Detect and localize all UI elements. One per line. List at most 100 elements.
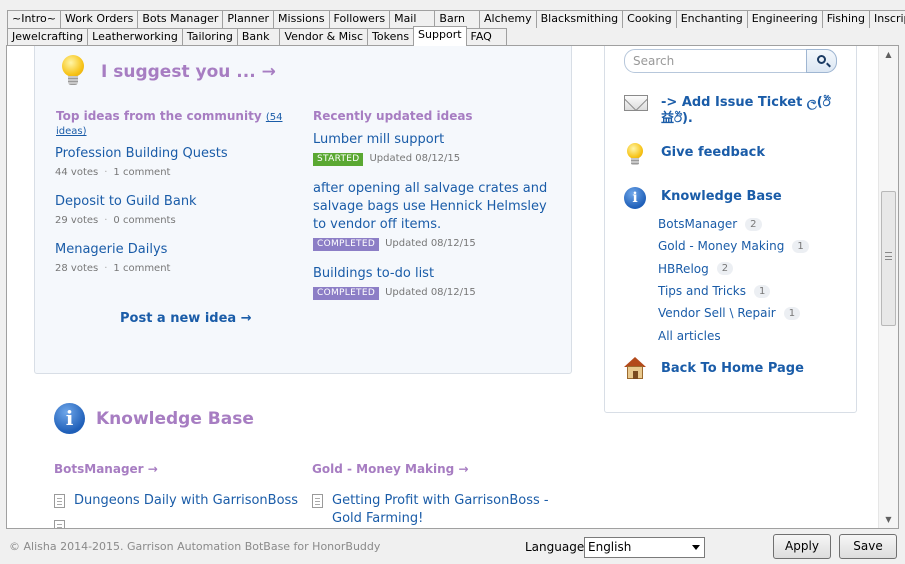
idea-votes: 44 votes — [55, 167, 99, 178]
kb-category-item[interactable]: Gold - Money Making 1 — [658, 235, 809, 257]
kb-sidebar-header[interactable]: i Knowledge Base — [624, 187, 782, 209]
tab-tailoring[interactable]: Tailoring — [181, 28, 238, 46]
back-home-row[interactable]: Back To Home Page — [624, 357, 804, 379]
home-icon — [624, 357, 646, 379]
kb-category-label[interactable]: Tips and Tricks — [658, 284, 746, 298]
idea-updated: Updated 08/12/15 — [369, 153, 461, 164]
tab-enchanting[interactable]: Enchanting — [675, 10, 748, 28]
info-icon: i — [54, 403, 85, 434]
ideas-title[interactable]: I suggest you ... → — [101, 62, 276, 82]
give-feedback-link[interactable]: Give feedback — [661, 145, 765, 161]
kb-article-title[interactable]: Dungeons Daily with GarrisonBoss — [74, 492, 298, 510]
tab-bank[interactable]: Bank — [236, 28, 281, 46]
vertical-scrollbar[interactable]: ▲ ▼ — [878, 46, 898, 528]
kb-article-link[interactable]: Getting Profit with GarrisonBoss - Gold … — [312, 492, 562, 528]
status-badge: COMPLETED — [313, 287, 380, 300]
post-new-idea-link[interactable]: Post a new idea → — [120, 311, 252, 326]
tab-engineering[interactable]: Engineering — [746, 10, 823, 28]
idea-comments[interactable]: 1 comment — [113, 167, 170, 178]
language-select[interactable]: English — [584, 537, 705, 558]
document-icon — [54, 520, 65, 528]
idea-updated: Updated 08/12/15 — [385, 238, 476, 249]
add-ticket-link[interactable]: -> Add Issue Ticket ල(ඊ益ඊ). — [661, 95, 839, 127]
tab-intro[interactable]: ~Intro~ — [7, 10, 61, 28]
knowledge-base-title[interactable]: Knowledge Base — [96, 409, 254, 429]
tab-inscription[interactable]: Inscription — [868, 10, 905, 28]
support-page-viewport: I suggest you ... → Top ideas from the c… — [7, 46, 877, 528]
all-articles-link[interactable]: All articles — [658, 329, 721, 343]
top-idea-title[interactable]: Menagerie Dailys — [55, 241, 167, 259]
tab-jewelcrafting[interactable]: Jewelcrafting — [7, 28, 89, 46]
kb-count-badge: 2 — [716, 262, 734, 276]
kb-category-item[interactable]: Vendor Sell \ Repair 1 — [658, 302, 809, 324]
ideas-panel: I suggest you ... → Top ideas from the c… — [34, 46, 572, 374]
kb-article-link[interactable] — [54, 518, 74, 528]
idea-comments[interactable]: 0 comments — [113, 215, 175, 226]
kb-article-link[interactable]: Dungeons Daily with GarrisonBoss — [54, 492, 304, 510]
add-ticket-row[interactable]: -> Add Issue Ticket ල(ඊ益ඊ). — [624, 95, 839, 127]
back-home-link[interactable]: Back To Home Page — [661, 361, 804, 377]
kb-category-heading[interactable]: BotsManager → — [54, 462, 158, 476]
tab-work-orders[interactable]: Work Orders — [59, 10, 139, 28]
tab-followers[interactable]: Followers — [328, 10, 391, 28]
top-idea-title[interactable]: Deposit to Guild Bank — [55, 193, 197, 211]
kb-article-title[interactable]: Getting Profit with GarrisonBoss - Gold … — [332, 492, 562, 528]
scroll-up-arrow-icon[interactable]: ▲ — [879, 46, 898, 63]
idea-comments[interactable]: 1 comment — [113, 263, 170, 274]
top-idea-meta: 29 votes · 0 comments — [55, 215, 176, 226]
tab-alchemy[interactable]: Alchemy — [479, 10, 537, 28]
kb-count-badge: 1 — [783, 306, 801, 320]
kb-sidebar-title[interactable]: Knowledge Base — [661, 189, 782, 205]
kb-category-label[interactable]: Gold - Money Making — [658, 239, 784, 253]
recent-idea-meta: COMPLETED Updated 08/12/15 — [313, 238, 476, 251]
ideas-header: I suggest you ... → — [61, 55, 276, 89]
tab-tokens[interactable]: Tokens — [367, 28, 415, 46]
tab-support[interactable]: Support — [413, 26, 467, 46]
top-idea-meta: 44 votes · 1 comment — [55, 167, 171, 178]
recent-idea-title[interactable]: Lumber mill support — [313, 131, 553, 149]
kb-category-item[interactable]: BotsManager 2 — [658, 213, 809, 235]
apply-button[interactable]: Apply — [773, 534, 831, 559]
kb-category-label[interactable]: Vendor Sell \ Repair — [658, 306, 776, 320]
top-idea-title[interactable]: Profession Building Quests — [55, 145, 228, 163]
scrollbar-thumb[interactable] — [881, 191, 896, 326]
lightbulb-icon — [61, 55, 85, 89]
idea-votes: 28 votes — [55, 263, 99, 274]
scroll-down-arrow-icon[interactable]: ▼ — [879, 511, 898, 528]
tab-vendor-misc[interactable]: Vendor & Misc — [279, 28, 369, 46]
tab-planner[interactable]: Planner — [222, 10, 275, 28]
save-button[interactable]: Save — [839, 534, 897, 559]
grip-icon — [885, 252, 892, 260]
idea-updated: Updated 08/12/15 — [385, 287, 476, 298]
search-button[interactable] — [806, 49, 837, 73]
tab-faq[interactable]: FAQ — [465, 28, 507, 46]
tab-row-2: Jewelcrafting Leatherworking Tailoring B… — [7, 26, 507, 46]
recent-ideas-heading: Recently updated ideas — [313, 109, 473, 123]
kb-category-item[interactable]: HBRelog 2 — [658, 258, 809, 280]
recent-idea-meta: COMPLETED Updated 08/12/15 — [313, 287, 476, 300]
kb-count-badge: 1 — [792, 239, 809, 253]
recent-idea-title[interactable]: Buildings to-do list — [313, 265, 553, 283]
tab-blacksmithing[interactable]: Blacksmithing — [535, 10, 624, 28]
give-feedback-row[interactable]: Give feedback — [624, 143, 765, 167]
tab-missions[interactable]: Missions — [273, 10, 330, 28]
document-icon — [312, 494, 323, 508]
tab-leatherworking[interactable]: Leatherworking — [87, 28, 183, 46]
tab-cooking[interactable]: Cooking — [622, 10, 677, 28]
kb-category-item[interactable]: All articles — [658, 324, 809, 346]
search-input[interactable] — [633, 53, 803, 69]
info-icon: i — [624, 187, 646, 209]
kb-category-heading[interactable]: Gold - Money Making → — [312, 462, 469, 476]
envelope-icon — [624, 95, 648, 111]
search-icon — [817, 55, 826, 64]
kb-category-label[interactable]: HBRelog — [658, 262, 709, 276]
recent-idea-title[interactable]: after opening all salvage crates and sal… — [313, 180, 553, 234]
top-idea-meta: 28 votes · 1 comment — [55, 263, 171, 274]
kb-category-label[interactable]: BotsManager — [658, 217, 737, 231]
tab-bots-manager[interactable]: Bots Manager — [137, 10, 224, 28]
kb-category-list: BotsManager 2 Gold - Money Making 1 HBRelo… — [658, 213, 809, 347]
status-badge: STARTED — [313, 153, 364, 166]
kb-category-item[interactable]: Tips and Tricks 1 — [658, 280, 809, 302]
tab-fishing[interactable]: Fishing — [821, 10, 870, 28]
support-page-frame: I suggest you ... → Top ideas from the c… — [6, 45, 899, 529]
